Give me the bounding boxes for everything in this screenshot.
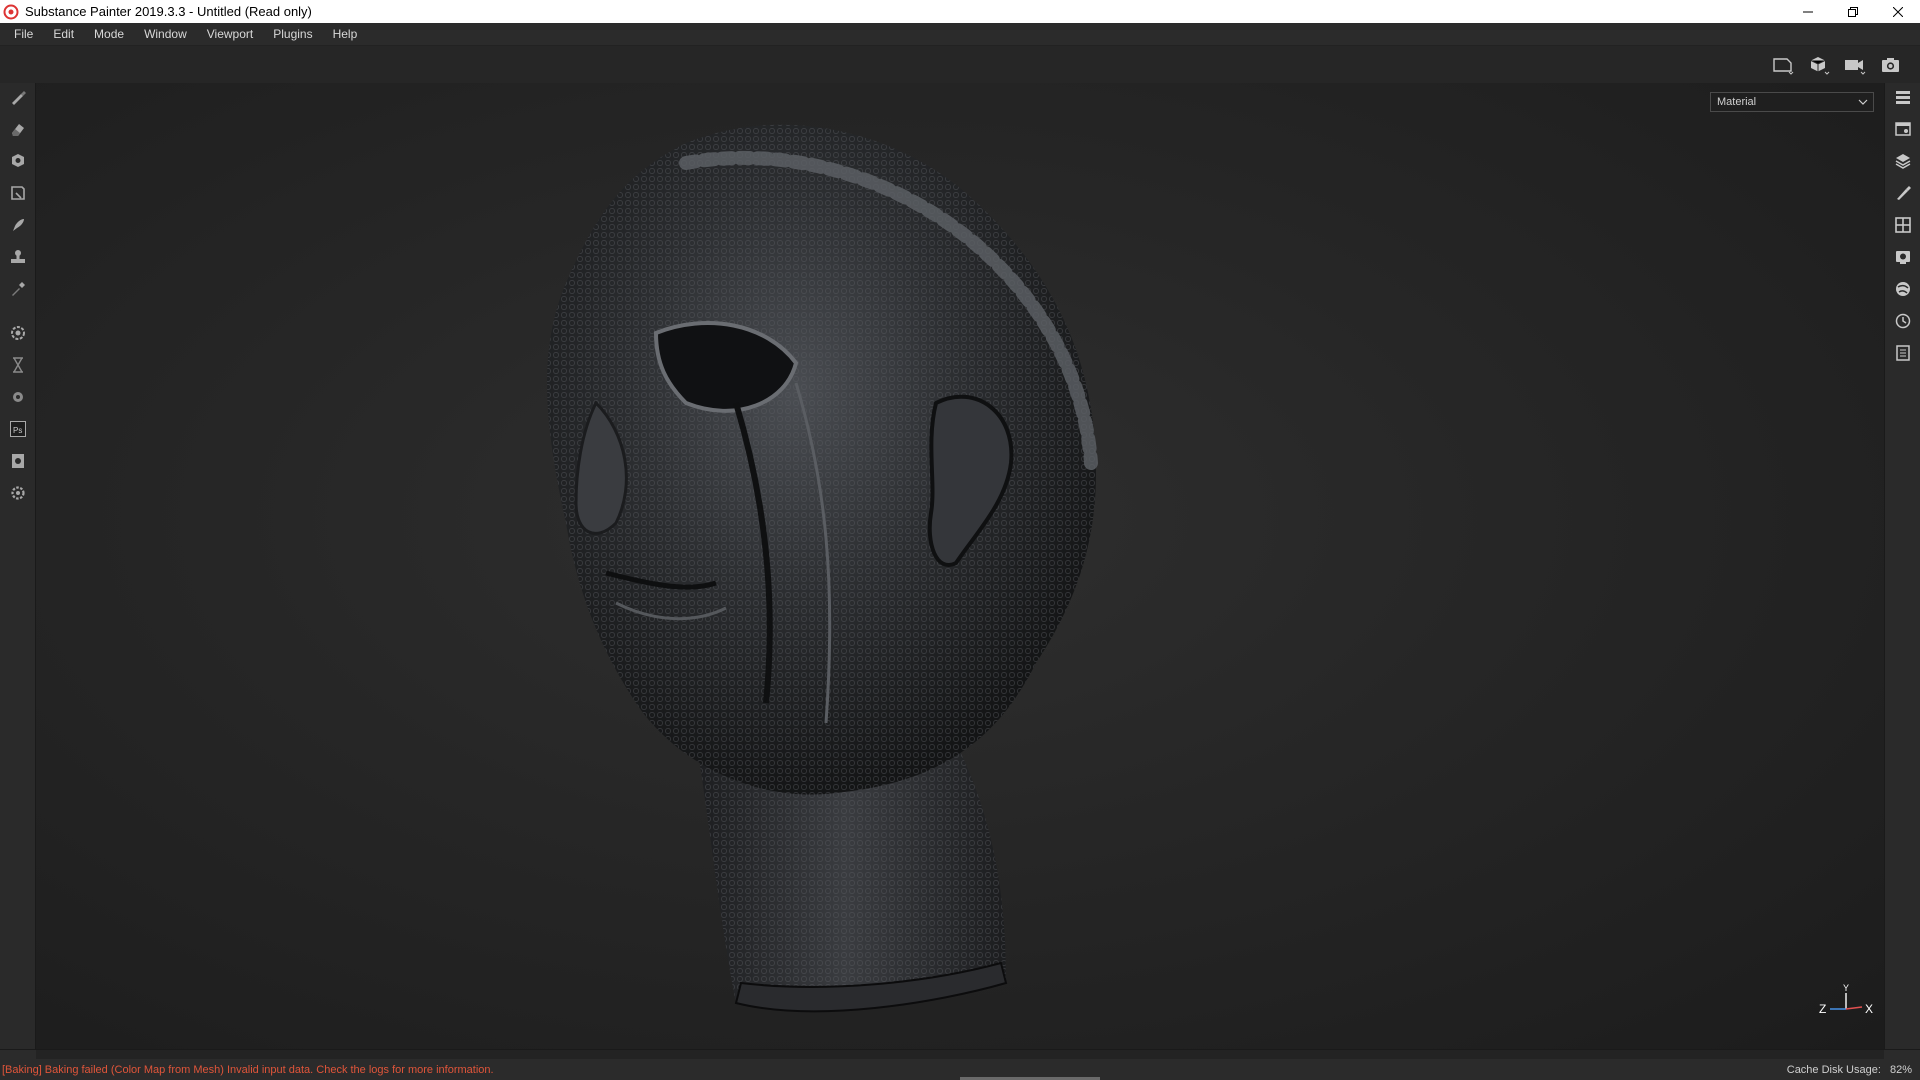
smudge-icon bbox=[13, 219, 24, 231]
minimize-button[interactable] bbox=[1785, 0, 1830, 23]
baking-settings-button[interactable] bbox=[6, 321, 30, 345]
menu-help[interactable]: Help bbox=[323, 23, 368, 46]
substance-painter-logo-icon bbox=[3, 4, 19, 19]
viewer-settings-icon bbox=[1896, 251, 1910, 264]
view-mode-dropdown[interactable]: Material bbox=[1710, 92, 1874, 112]
display-settings-icon bbox=[1895, 217, 1911, 233]
hourglass-icon bbox=[13, 357, 23, 373]
shelf-button[interactable] bbox=[1891, 277, 1915, 301]
title-bar: Substance Painter 2019.3.3 - Untitled (R… bbox=[0, 0, 1920, 23]
bake-icon bbox=[13, 392, 23, 402]
screenshot-button[interactable] bbox=[1876, 52, 1906, 78]
left-toolbar: Ps bbox=[0, 83, 36, 1049]
eraser-icon bbox=[12, 124, 24, 136]
minimize-icon bbox=[1802, 11, 1813, 12]
cache-disk-usage: Cache Disk Usage: 82% bbox=[1787, 1064, 1912, 1076]
texture-set-settings-button[interactable] bbox=[1891, 117, 1915, 141]
status-bar: [Baking] Baking failed (Color Map from M… bbox=[0, 1049, 1920, 1080]
viewport-bottom-strip bbox=[36, 1050, 1884, 1059]
log-icon bbox=[1896, 345, 1910, 361]
chevron-down-icon bbox=[1858, 99, 1868, 105]
paint-tool-button[interactable] bbox=[6, 85, 30, 109]
settings-icon bbox=[11, 326, 25, 340]
3d-view-icon bbox=[1810, 57, 1830, 75]
texture-set-list-button[interactable] bbox=[1891, 85, 1915, 109]
texture-set-list-icon bbox=[1896, 91, 1910, 104]
axis-y-label: Y bbox=[1843, 983, 1849, 993]
log-button[interactable] bbox=[1891, 341, 1915, 365]
cache-disk-usage-label: Cache Disk Usage: bbox=[1786, 1064, 1881, 1076]
2d-view-button[interactable] bbox=[1768, 52, 1798, 78]
layers-icon bbox=[1895, 154, 1911, 169]
3d-view-button[interactable] bbox=[1804, 52, 1834, 78]
window-controls bbox=[1785, 0, 1920, 23]
properties-icon bbox=[1897, 186, 1911, 200]
projection-icon bbox=[12, 154, 24, 167]
axis-gizmo: Z Y X bbox=[1819, 983, 1873, 1016]
history-timer-button[interactable] bbox=[6, 353, 30, 377]
clone-tool-button[interactable] bbox=[6, 245, 30, 269]
smudge-tool-button[interactable] bbox=[6, 213, 30, 237]
close-button[interactable] bbox=[1875, 0, 1920, 23]
color-picker-icon bbox=[12, 282, 25, 296]
paint-brush-icon bbox=[12, 91, 26, 105]
status-error-message[interactable]: [Baking] Baking failed (Color Map from M… bbox=[2, 1064, 494, 1076]
history-button[interactable] bbox=[1891, 309, 1915, 333]
menu-edit[interactable]: Edit bbox=[43, 23, 84, 46]
gear-icon bbox=[11, 486, 25, 500]
axis-z-label: Z bbox=[1819, 1002, 1826, 1016]
axis-x-label: X bbox=[1865, 1002, 1873, 1016]
photoshop-icon: Ps bbox=[10, 421, 26, 437]
restore-button[interactable] bbox=[1830, 0, 1875, 23]
color-picker-tool-button[interactable] bbox=[6, 277, 30, 301]
projection-tool-button[interactable] bbox=[6, 149, 30, 173]
right-dock bbox=[1884, 83, 1920, 1049]
texture-set-settings-icon bbox=[1895, 122, 1911, 136]
history-icon bbox=[1895, 313, 1911, 329]
restore-icon bbox=[1847, 6, 1858, 17]
menu-mode[interactable]: Mode bbox=[84, 23, 134, 46]
screenshot-icon bbox=[1882, 58, 1899, 72]
menu-bar: File Edit Mode Window Viewport Plugins H… bbox=[0, 23, 1920, 46]
eraser-tool-button[interactable] bbox=[6, 117, 30, 141]
menu-file[interactable]: File bbox=[4, 23, 43, 46]
menu-plugins[interactable]: Plugins bbox=[263, 23, 322, 46]
viewport-toolbar bbox=[0, 46, 1920, 83]
photoshop-export-button[interactable]: Ps bbox=[6, 417, 30, 441]
close-icon bbox=[1892, 6, 1903, 17]
bake-button[interactable] bbox=[6, 385, 30, 409]
3d-model-head bbox=[547, 124, 1098, 1013]
2d-view-icon bbox=[1773, 58, 1794, 75]
view-mode-value: Material bbox=[1717, 96, 1757, 108]
polygon-fill-tool-button[interactable] bbox=[6, 181, 30, 205]
plugin-settings-button[interactable] bbox=[6, 481, 30, 505]
properties-button[interactable] bbox=[1891, 181, 1915, 205]
export-textures-button[interactable] bbox=[6, 449, 30, 473]
menu-window[interactable]: Window bbox=[134, 23, 197, 46]
viewer-settings-button[interactable] bbox=[1891, 245, 1915, 269]
layers-button[interactable] bbox=[1891, 149, 1915, 173]
menu-viewport[interactable]: Viewport bbox=[197, 23, 263, 46]
camera-button[interactable] bbox=[1840, 52, 1870, 78]
display-settings-button[interactable] bbox=[1891, 213, 1915, 237]
camera-icon bbox=[1845, 60, 1866, 75]
window-title: Substance Painter 2019.3.3 - Untitled (R… bbox=[25, 4, 312, 19]
svg-text:Ps: Ps bbox=[13, 426, 22, 435]
3d-viewport[interactable]: Material Z Y X bbox=[36, 83, 1884, 1049]
shelf-icon bbox=[1896, 282, 1910, 296]
cache-disk-usage-value: 82% bbox=[1889, 1064, 1912, 1076]
clone-stamp-icon bbox=[11, 250, 25, 263]
export-icon bbox=[12, 454, 24, 468]
polygon-fill-icon bbox=[11, 186, 25, 200]
